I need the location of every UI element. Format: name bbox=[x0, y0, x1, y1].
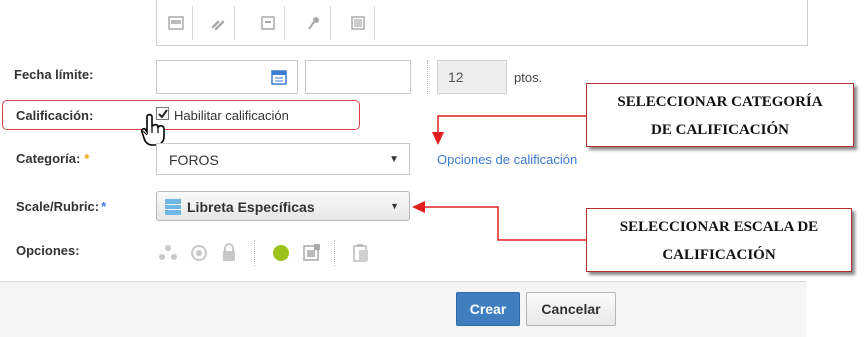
form-footer bbox=[0, 281, 806, 337]
crear-button[interactable]: Crear bbox=[456, 292, 520, 326]
categoria-arrow bbox=[432, 115, 586, 145]
cancelar-button[interactable]: Cancelar bbox=[526, 292, 616, 326]
escala-arrow bbox=[412, 201, 586, 241]
